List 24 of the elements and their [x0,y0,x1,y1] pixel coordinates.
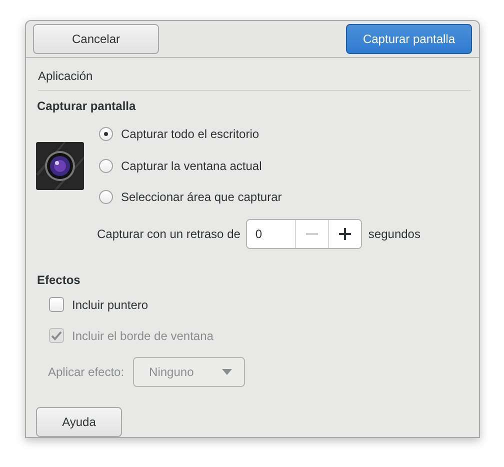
checkbox[interactable] [49,297,64,312]
option-label[interactable]: Seleccionar área que capturar [121,188,282,206]
plus-icon [339,228,352,240]
cancel-button[interactable]: Cancelar [33,24,159,54]
camera-icon [36,142,84,190]
option-label[interactable]: Capturar la ventana actual [121,156,262,175]
option-label[interactable]: Capturar todo el escritorio [121,125,260,144]
capture-button[interactable]: Capturar pantalla [346,24,472,54]
radio-button[interactable] [99,127,113,142]
delay-label: Capturar con un retraso de [97,226,240,243]
spinner-value: 0 [254,226,264,243]
delay-spinner[interactable]: 0 [246,219,362,249]
effect-label: Aplicar efecto: [48,364,124,381]
radio-button[interactable] [99,158,113,173]
application-label: Aplicación [38,68,93,82]
caret-icon [222,369,232,375]
minus-icon [306,233,318,235]
unit-label: segundos [368,226,420,243]
checkbox-label[interactable]: Incluir puntero [72,296,148,314]
section-title: Capturar pantalla [37,98,136,112]
increment-button[interactable] [328,220,362,248]
radio-button[interactable] [99,190,113,204]
help-button[interactable]: Ayuda [36,407,122,437]
section-title: Efectos [37,273,80,287]
